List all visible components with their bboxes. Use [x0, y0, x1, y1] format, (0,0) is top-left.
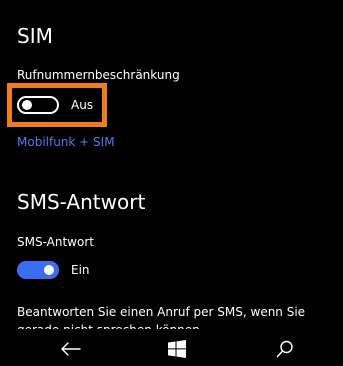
sms-reply-row[interactable]: Ein: [17, 259, 90, 281]
navigation-bar: [0, 330, 343, 366]
sms-reply-description: Beantworten Sie einen Anruf per SMS, wen…: [17, 305, 306, 329]
sms-reply-label: SMS-Antwort: [17, 235, 94, 249]
windows-start-icon[interactable]: [165, 338, 189, 360]
sms-reply-toggle[interactable]: [17, 261, 59, 279]
search-icon[interactable]: [273, 338, 297, 360]
sim-section-title: SIM: [17, 24, 53, 48]
back-arrow-icon[interactable]: [59, 338, 83, 360]
highlight-annotation-box: [7, 83, 107, 127]
sms-reply-state: Ein: [71, 263, 90, 277]
toggle-knob: [44, 265, 54, 275]
caller-id-restriction-label: Rufnummernbeschränkung: [17, 68, 180, 82]
settings-screen: SIM Rufnummernbeschränkung Aus Mobilfunk…: [0, 0, 343, 366]
mobile-sim-link[interactable]: Mobilfunk + SIM: [17, 136, 115, 148]
sms-reply-section-title: SMS-Antwort: [17, 190, 146, 214]
